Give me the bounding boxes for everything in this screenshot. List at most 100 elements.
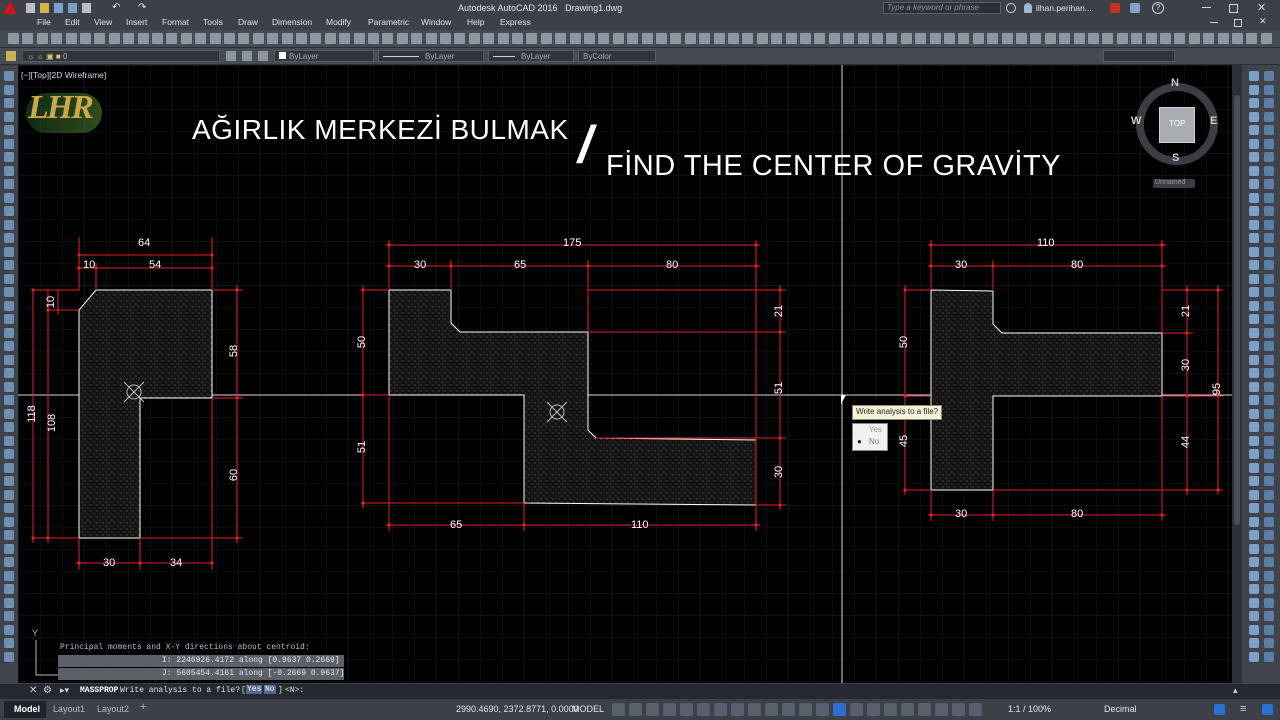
draw-tool-8-icon[interactable]	[4, 165, 14, 176]
modify-tool-21-icon[interactable]	[1249, 341, 1259, 351]
modify-tool-15-icon[interactable]	[1249, 260, 1259, 270]
toolbar-tool-66-icon[interactable]	[944, 33, 955, 44]
draw-tool-33-icon[interactable]	[4, 503, 14, 513]
toolbar-tool-25-icon[interactable]	[353, 33, 365, 44]
modify-tool-b-42-icon[interactable]	[1264, 624, 1274, 635]
toolbar-tool-46-icon[interactable]	[656, 33, 667, 44]
color-dropdown[interactable]: ByLayer	[274, 50, 374, 62]
modify-tool-9-icon[interactable]	[1249, 179, 1259, 189]
dim-style-dropdown[interactable]	[1103, 50, 1175, 62]
draw-tool-30-icon[interactable]	[4, 462, 14, 473]
modify-tool-5-icon[interactable]	[1249, 125, 1259, 135]
toolbar-tool-87-icon[interactable]	[1246, 33, 1258, 44]
toolbar-tool-60-icon[interactable]	[857, 33, 869, 44]
menu-dimension[interactable]: Dimension	[272, 17, 312, 27]
draw-tool-3-icon[interactable]	[4, 98, 14, 108]
modify-tool-b-17-icon[interactable]	[1264, 287, 1274, 297]
status-toggle-18-icon[interactable]	[901, 703, 914, 716]
model-space-toggle[interactable]: MODEL	[572, 704, 604, 714]
modify-tool-b-20-icon[interactable]	[1264, 327, 1274, 338]
modify-tool-42-icon[interactable]	[1249, 624, 1259, 635]
status-toggle-2-icon[interactable]	[629, 703, 642, 716]
draw-tool-20-icon[interactable]	[4, 327, 14, 338]
modify-tool-12-icon[interactable]	[1249, 219, 1259, 230]
compass-east[interactable]: E	[1210, 115, 1217, 127]
draw-tool-28-icon[interactable]	[4, 435, 14, 446]
draw-tool-41-icon[interactable]	[4, 611, 14, 621]
command-customize-icon[interactable]: ⚙	[43, 685, 52, 696]
toolbar-tool-45-icon[interactable]	[641, 33, 653, 44]
modify-tool-b-44-icon[interactable]	[1264, 651, 1274, 662]
modify-tool-b-14-icon[interactable]	[1264, 246, 1274, 257]
modify-tool-36-icon[interactable]	[1249, 543, 1259, 554]
toolbar-tool-39-icon[interactable]	[555, 33, 567, 44]
draw-tool-43-icon[interactable]	[4, 638, 14, 648]
draw-tool-7-icon[interactable]	[4, 152, 14, 162]
modify-tool-1-icon[interactable]	[1249, 71, 1259, 81]
draw-tool-9-icon[interactable]	[4, 179, 14, 189]
toolbar-tool-77-icon[interactable]	[1102, 33, 1114, 44]
toolbar-tool-29-icon[interactable]	[411, 33, 423, 44]
status-toggle-4-icon[interactable]	[663, 703, 676, 716]
toolbar-tool-48-icon[interactable]	[684, 33, 696, 44]
toolbar-tool-85-icon[interactable]	[1217, 33, 1229, 44]
quick-access-save-icon[interactable]	[54, 3, 63, 13]
plotstyle-dropdown[interactable]: ByColor	[578, 50, 656, 62]
toolbar-tool-35-icon[interactable]	[497, 33, 509, 44]
tab-layout1[interactable]: Layout1	[48, 701, 90, 718]
toolbar-tool-5-icon[interactable]	[65, 33, 77, 44]
toolbar-tool-40-icon[interactable]	[569, 33, 581, 44]
modify-tool-b-1-icon[interactable]	[1264, 71, 1274, 81]
modify-tool-b-8-icon[interactable]	[1264, 165, 1274, 176]
status-toggle-21-icon[interactable]	[952, 703, 965, 716]
make-current-layer-icon[interactable]	[226, 51, 236, 61]
modify-tool-b-40-icon[interactable]	[1264, 597, 1274, 608]
modify-tool-29-icon[interactable]	[1249, 449, 1259, 459]
draw-tool-39-icon[interactable]	[4, 584, 14, 594]
modify-tool-40-icon[interactable]	[1249, 597, 1259, 608]
toolbar-tool-12-icon[interactable]	[166, 33, 178, 44]
draw-tool-32-icon[interactable]	[4, 489, 14, 500]
modify-tool-b-43-icon[interactable]	[1264, 638, 1274, 648]
share-icon[interactable]	[1130, 3, 1140, 13]
compass-west[interactable]: W	[1131, 115, 1141, 127]
modify-tool-b-2-icon[interactable]	[1264, 84, 1274, 95]
status-toggle-16-icon[interactable]	[867, 703, 880, 716]
status-toggle-3-icon[interactable]	[646, 703, 659, 716]
modify-tool-b-30-icon[interactable]	[1264, 462, 1274, 473]
draw-tool-19-icon[interactable]	[4, 314, 14, 324]
toolbar-tool-80-icon[interactable]	[1145, 33, 1157, 44]
menu-help[interactable]: Help	[467, 17, 484, 27]
toolbar-tool-3-icon[interactable]	[36, 33, 48, 44]
units-dropdown[interactable]: Decimal	[1104, 704, 1137, 714]
modify-tool-b-31-icon[interactable]	[1264, 476, 1274, 486]
window-restore-icon[interactable]	[1229, 4, 1238, 13]
modify-tool-24-icon[interactable]	[1249, 381, 1259, 392]
draw-tool-11-icon[interactable]	[4, 206, 14, 216]
menu-minimize-icon[interactable]	[1210, 22, 1218, 23]
draw-tool-10-icon[interactable]	[4, 192, 14, 203]
menu-insert[interactable]: Insert	[126, 17, 147, 27]
tab-layout2[interactable]: Layout2	[92, 701, 134, 718]
clean-screen-icon[interactable]	[1262, 704, 1273, 715]
menu-modify[interactable]: Modify	[326, 17, 351, 27]
toolbar-tool-44-icon[interactable]	[627, 33, 639, 44]
hardware-acceleration-icon[interactable]	[1214, 704, 1225, 715]
layer-previous-icon[interactable]	[242, 51, 252, 61]
toolbar-tool-70-icon[interactable]	[1001, 33, 1013, 44]
modify-tool-b-13-icon[interactable]	[1264, 233, 1274, 243]
draw-tool-17-icon[interactable]	[4, 287, 14, 297]
modify-tool-b-34-icon[interactable]	[1264, 516, 1274, 527]
modify-tool-39-icon[interactable]	[1249, 584, 1259, 594]
toolbar-tool-65-icon[interactable]	[929, 33, 941, 44]
status-toggle-13-icon[interactable]	[816, 703, 829, 716]
toolbar-tool-27-icon[interactable]	[382, 33, 394, 44]
draw-tool-2-icon[interactable]	[4, 84, 14, 95]
modify-tool-20-icon[interactable]	[1249, 327, 1259, 338]
toolbar-tool-24-icon[interactable]	[339, 33, 351, 44]
quick-access-saveas-icon[interactable]	[68, 3, 77, 13]
menu-format[interactable]: Format	[162, 17, 189, 27]
toolbar-tool-33-icon[interactable]	[468, 33, 480, 44]
toolbar-tool-73-icon[interactable]	[1044, 33, 1056, 44]
modify-tool-b-11-icon[interactable]	[1264, 206, 1274, 216]
